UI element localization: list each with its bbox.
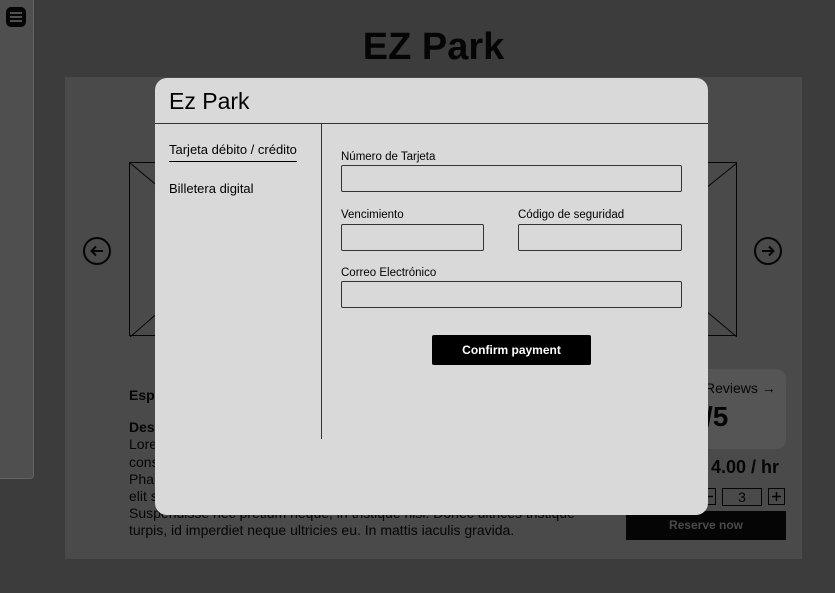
modal-divider xyxy=(155,123,708,124)
image-placeholder xyxy=(706,162,737,337)
plus-icon[interactable] xyxy=(768,488,785,505)
reviews-link[interactable]: Reviews → xyxy=(705,380,776,396)
description-line: turpis, id imperdiet neque ultricies eu.… xyxy=(129,522,515,538)
email-label: Correo Electrónico xyxy=(341,267,437,279)
arrow-left-circle-icon[interactable] xyxy=(83,237,111,265)
email-field[interactable] xyxy=(341,281,682,308)
description-line: Pha xyxy=(129,471,154,487)
quantity-value[interactable]: 3 xyxy=(722,488,762,506)
tab-card[interactable]: Tarjeta débito / crédito xyxy=(169,142,297,162)
card-number-field[interactable] xyxy=(341,165,682,192)
confirm-payment-button[interactable]: Confirm payment xyxy=(432,335,591,365)
rating-value: /5 xyxy=(705,401,729,432)
reserve-button[interactable]: Reserve now xyxy=(626,511,786,540)
sidebar xyxy=(0,0,34,479)
tab-digital-wallet[interactable]: Billetera digital xyxy=(169,181,254,196)
expiry-label: Vencimiento xyxy=(341,209,404,221)
modal-title: Ez Park xyxy=(169,88,250,114)
modal-vertical-divider xyxy=(321,124,322,439)
listing-name: Esp xyxy=(129,387,155,403)
menu-icon[interactable] xyxy=(6,7,26,27)
description-label: Des xyxy=(129,419,155,435)
arrow-right-circle-icon[interactable] xyxy=(754,237,782,265)
security-code-field[interactable] xyxy=(518,224,682,251)
description-line: elit s xyxy=(129,488,158,504)
payment-modal: Ez Park Tarjeta débito / crédito Billete… xyxy=(155,78,708,515)
app-title: EZ Park xyxy=(362,26,505,68)
security-code-label: Código de seguridad xyxy=(518,209,625,221)
card-number-label: Número de Tarjeta xyxy=(341,151,436,163)
description-line: Lore xyxy=(129,436,158,452)
expiry-field[interactable] xyxy=(341,224,484,251)
price: 4.00 / hr xyxy=(711,457,780,477)
